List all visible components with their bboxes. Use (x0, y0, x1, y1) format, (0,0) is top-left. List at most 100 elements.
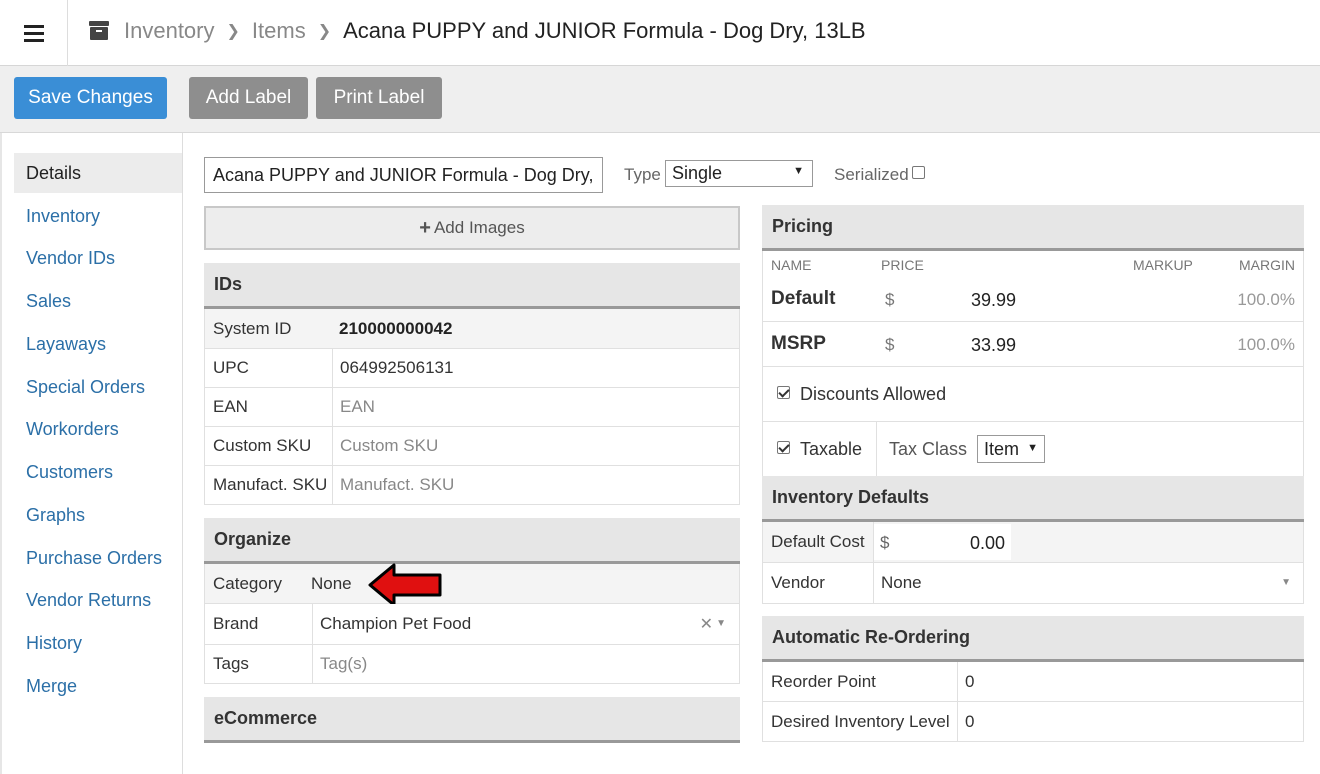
price-margin: 100.0% (1237, 335, 1295, 354)
breadcrumb: Inventory ❯ Items ❯ Acana PUPPY and JUNI… (88, 0, 866, 62)
reorder-point-label: Reorder Point (771, 671, 876, 691)
sidebar-item-merge[interactable]: Merge (14, 666, 182, 706)
clear-x-icon[interactable]: ✕ (700, 614, 713, 634)
upc-input[interactable]: 064992506131 (332, 349, 453, 387)
breadcrumb-inventory-link[interactable]: Inventory (124, 18, 215, 44)
inventory-defaults-header: Inventory Defaults (762, 476, 1304, 522)
taxable-checkbox[interactable] (777, 441, 790, 454)
save-changes-button[interactable]: Save Changes (14, 77, 167, 119)
price-row-msrp: MSRP $ 33.99 100.0% (762, 322, 1304, 367)
type-select-value: Single (672, 163, 723, 183)
serialized-checkbox[interactable] (912, 166, 925, 179)
caret-down-icon[interactable]: ▼ (1281, 577, 1291, 588)
action-toolbar: Save Changes Add Label Print Label (0, 66, 1320, 133)
caret-down-icon[interactable]: ▼ (716, 618, 726, 629)
ids-section-header: IDs (204, 263, 740, 309)
desired-level-input[interactable]: 0 (957, 702, 974, 741)
tax-class-value: Item (984, 438, 1020, 459)
price-amount-input[interactable]: 33.99 (971, 335, 1016, 356)
default-cost-row: Default Cost $ 0.00 (762, 522, 1304, 563)
desired-level-row: Desired Inventory Level 0 (762, 702, 1304, 742)
caret-down-icon: ▼ (793, 165, 804, 177)
page-title: Acana PUPPY and JUNIOR Formula - Dog Dry… (343, 18, 866, 43)
hamburger-icon (23, 24, 44, 42)
category-row: Category None (204, 564, 740, 604)
price-amount-input[interactable]: 39.99 (971, 290, 1016, 311)
breadcrumb-items-link[interactable]: Items (252, 18, 306, 44)
serialized-label: Serialized (834, 165, 909, 184)
system-id-value: 210000000042 (339, 318, 453, 338)
type-label: Type (624, 165, 661, 184)
manufact-sku-input[interactable]: Manufact. SKU (332, 466, 454, 504)
sidebar-item-vendor-returns[interactable]: Vendor Returns (14, 580, 182, 620)
sidebar-item-customers[interactable]: Customers (14, 452, 182, 492)
inventory-drawer-icon (88, 21, 110, 41)
add-images-button[interactable]: + Add Images (204, 206, 740, 250)
sidebar-item-special-orders[interactable]: Special Orders (14, 367, 182, 407)
sidebar-item-purchase-orders[interactable]: Purchase Orders (14, 538, 182, 578)
discounts-allowed-label: Discounts Allowed (800, 384, 947, 404)
reordering-header: Automatic Re-Ordering (762, 616, 1304, 662)
chevron-right-icon: ❯ (226, 23, 240, 40)
add-images-label: Add Images (433, 218, 525, 237)
default-cost-value: 0.00 (970, 533, 1006, 553)
brand-row: Brand Champion Pet Food ✕ ▼ (204, 604, 740, 645)
desired-level-label: Desired Inventory Level (771, 711, 950, 731)
default-cost-input[interactable]: $ 0.00 (874, 524, 1011, 560)
cost-currency: $ (880, 533, 890, 552)
pricing-section-header: Pricing (762, 205, 1304, 251)
hamburger-menu-button[interactable] (0, 0, 68, 66)
plus-icon: + (419, 216, 431, 239)
sidebar-item-sales[interactable]: Sales (14, 281, 182, 321)
tax-class-select[interactable]: Item ▼ (977, 435, 1045, 463)
tags-input[interactable]: Tag(s) (312, 645, 367, 683)
tax-class-label: Tax Class (889, 439, 968, 459)
upc-label: UPC (213, 358, 249, 377)
sidebar-item-graphs[interactable]: Graphs (14, 495, 182, 535)
sidebar-item-layaways[interactable]: Layaways (14, 324, 182, 364)
brand-label: Brand (213, 614, 259, 633)
price-currency: $ (885, 335, 895, 354)
ean-row: EAN EAN (204, 388, 740, 427)
tags-row: Tags Tag(s) (204, 645, 740, 684)
item-name-input[interactable] (204, 157, 603, 193)
system-id-row: System ID 210000000042 (204, 309, 740, 349)
sidebar-item-workorders[interactable]: Workorders (14, 409, 182, 449)
manufact-sku-label: Manufact. SKU (213, 475, 328, 494)
sidebar-item-details[interactable]: Details (14, 153, 182, 193)
red-arrow-annotation-icon (368, 563, 442, 607)
top-bar: Inventory ❯ Items ❯ Acana PUPPY and JUNI… (0, 0, 1320, 66)
pricing-column-headers: NAME PRICE MARKUP MARGIN (762, 251, 1304, 277)
caret-down-icon: ▼ (1027, 442, 1038, 454)
manufact-sku-row: Manufact. SKU Manufact. SKU (204, 466, 740, 505)
price-row-default: Default $ 39.99 100.0% (762, 277, 1304, 322)
reorder-point-row: Reorder Point 0 (762, 662, 1304, 702)
taxable-label: Taxable (800, 439, 863, 459)
type-select[interactable]: Single ▼ (665, 160, 813, 187)
ecommerce-section-header[interactable]: eCommerce (204, 697, 740, 743)
vendor-row: Vendor None ▼ (762, 563, 1304, 604)
category-link[interactable]: None (303, 564, 352, 603)
organize-section-header: Organize (204, 518, 740, 564)
price-name: Default (771, 288, 836, 309)
sidebar-item-inventory[interactable]: Inventory (14, 196, 182, 236)
custom-sku-label: Custom SKU (213, 436, 312, 455)
print-label-button[interactable]: Print Label (316, 77, 442, 119)
ean-input[interactable]: EAN (332, 388, 375, 426)
vendor-label: Vendor (771, 573, 825, 592)
custom-sku-row: Custom SKU Custom SKU (204, 427, 740, 466)
custom-sku-input[interactable]: Custom SKU (332, 427, 438, 465)
category-label: Category (213, 573, 282, 593)
col-markup: MARKUP (1133, 257, 1193, 273)
vendor-select-value[interactable]: None (873, 563, 922, 603)
sidebar-item-vendor-ids[interactable]: Vendor IDs (14, 238, 182, 278)
add-label-button[interactable]: Add Label (189, 77, 308, 119)
col-name: NAME (771, 257, 812, 273)
brand-select-value[interactable]: Champion Pet Food (312, 604, 471, 644)
discounts-row: Discounts Allowed (762, 367, 1304, 422)
discounts-allowed-checkbox[interactable] (777, 386, 790, 399)
reorder-point-input[interactable]: 0 (957, 662, 974, 701)
taxable-row: Taxable Tax Class Item ▼ (762, 422, 1304, 477)
sidebar-item-history[interactable]: History (14, 623, 182, 663)
col-price: PRICE (881, 257, 924, 273)
